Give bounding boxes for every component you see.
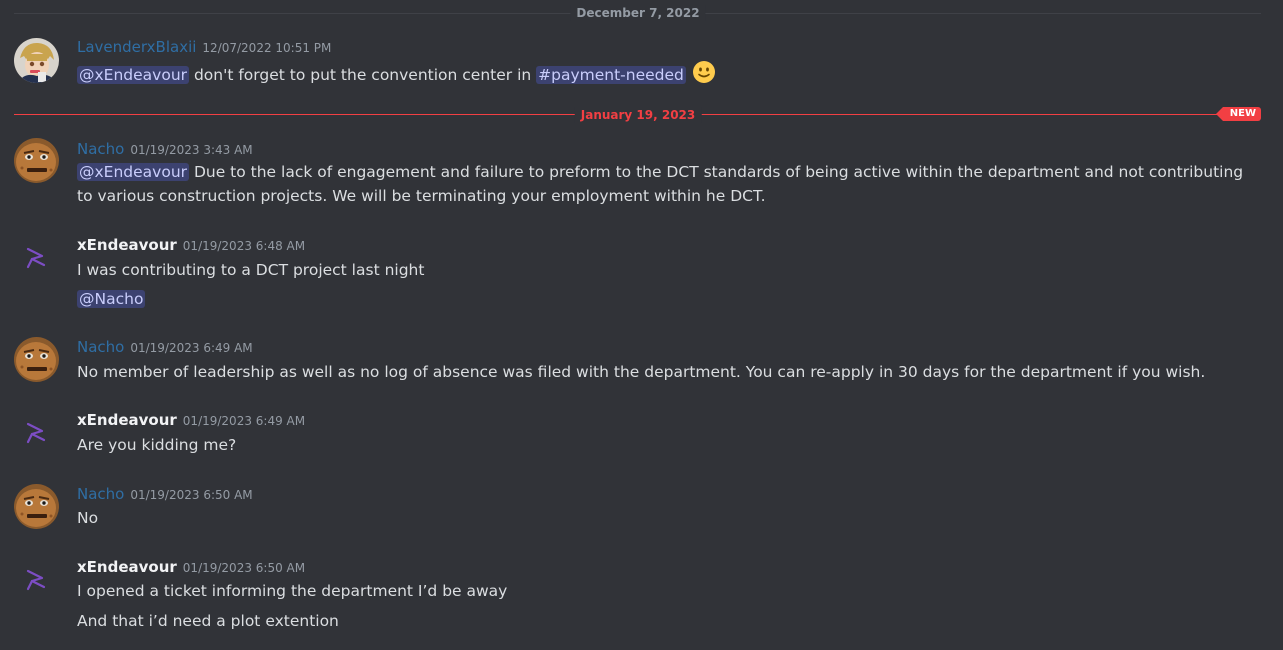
message-text: No member of leadership as well as no lo… (77, 363, 1206, 381)
timestamp[interactable]: 01/19/2023 6:49 AM (183, 414, 305, 428)
message-header: xEndeavour 01/19/2023 6:50 AM (77, 557, 305, 578)
avatar-xendeavour[interactable] (22, 565, 50, 593)
timestamp[interactable]: 01/19/2023 6:49 AM (130, 341, 252, 355)
username[interactable]: xEndeavour (77, 236, 177, 254)
channel-mention[interactable]: #payment-needed (536, 66, 686, 84)
message-header: Nacho 01/19/2023 6:50 AM (77, 484, 253, 505)
username[interactable]: Nacho (77, 140, 124, 158)
message-header: xEndeavour 01/19/2023 6:48 AM (77, 235, 305, 256)
avatar-xendeavour[interactable] (22, 243, 50, 271)
new-badge: NEW (1215, 107, 1261, 121)
message-header: xEndeavour 01/19/2023 6:49 AM (77, 410, 305, 431)
avatar-xendeavour[interactable] (22, 418, 50, 446)
username[interactable]: xEndeavour (77, 558, 177, 576)
timestamp[interactable]: 01/19/2023 6:50 AM (183, 561, 305, 575)
username[interactable]: LavenderxBlaxii (77, 38, 196, 56)
message-text: don't forget to put the convention cente… (189, 66, 537, 84)
user-mention[interactable]: @xEndeavour (77, 66, 190, 84)
avatar-nacho[interactable] (14, 484, 59, 529)
channel-mention-label: #payment-needed (538, 66, 684, 84)
username[interactable]: Nacho (77, 338, 124, 356)
message-text: No (77, 509, 99, 527)
timestamp[interactable]: 12/07/2022 10:51 PM (202, 41, 331, 55)
username[interactable]: Nacho (77, 485, 124, 503)
message-text: Are you kidding me? (77, 436, 237, 454)
message-text: Due to the lack of engagement and failur… (77, 163, 1244, 205)
message-text: I was contributing to a DCT project last… (77, 261, 425, 279)
username[interactable]: xEndeavour (77, 411, 177, 429)
message-header: LavenderxBlaxii 12/07/2022 10:51 PM (77, 37, 331, 58)
timestamp[interactable]: 01/19/2023 3:43 AM (130, 143, 252, 157)
new-messages-date-label: January 19, 2023 (574, 107, 702, 123)
user-mention[interactable]: @Nacho (77, 290, 146, 308)
avatar-lavenderxblaxii[interactable] (14, 38, 59, 83)
timestamp[interactable]: 01/19/2023 6:50 AM (130, 488, 252, 502)
slightly-smiling-face-icon (692, 60, 716, 91)
message-content: @xEndeavour don't forget to put the conv… (77, 60, 1257, 91)
avatar-nacho[interactable] (14, 337, 59, 382)
message-header: Nacho 01/19/2023 3:43 AM (77, 139, 253, 160)
message-header: Nacho 01/19/2023 6:49 AM (77, 337, 253, 358)
message-text: I opened a ticket informing the departme… (77, 582, 508, 600)
message-content: @xEndeavour Due to the lack of engagemen… (77, 160, 1257, 208)
message-text: And that i’d need a plot extention (77, 612, 339, 630)
timestamp[interactable]: 01/19/2023 6:48 AM (183, 239, 305, 253)
date-divider-label: December 7, 2022 (570, 5, 706, 21)
avatar-nacho[interactable] (14, 138, 59, 183)
user-mention[interactable]: @xEndeavour (77, 163, 190, 181)
message-content: @Nacho (77, 287, 1257, 311)
